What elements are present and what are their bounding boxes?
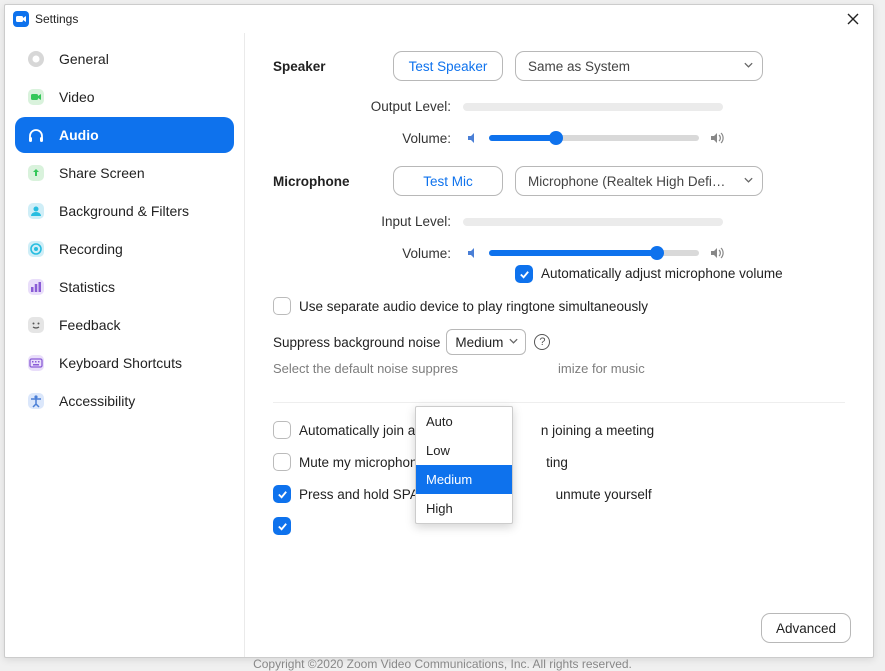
- keyboard-icon: [25, 352, 47, 374]
- help-icon[interactable]: ?: [534, 334, 550, 350]
- sidebar-item-label: Statistics: [59, 279, 115, 295]
- sidebar-item-label: Keyboard Shortcuts: [59, 355, 182, 371]
- chevron-down-icon: [743, 174, 754, 189]
- sidebar-item-feedback[interactable]: Feedback: [15, 307, 234, 343]
- speaker-device-select[interactable]: Same as System: [515, 51, 763, 81]
- output-level-bar: [463, 103, 723, 111]
- auto-adjust-label: Automatically adjust microphone volume: [541, 265, 783, 283]
- chevron-down-icon: [508, 335, 519, 350]
- sidebar-item-recording[interactable]: Recording: [15, 231, 234, 267]
- sidebar-item-label: Recording: [59, 241, 123, 257]
- ringtone-label: Use separate audio device to play ringto…: [299, 299, 648, 314]
- settings-window: Settings General Video Audio Share Scree…: [4, 4, 874, 658]
- speaker-volume-row: Volume:: [273, 130, 845, 146]
- speaker-low-icon: [465, 245, 481, 261]
- sidebar-item-label: Accessibility: [59, 393, 135, 409]
- sidebar-item-audio[interactable]: Audio: [15, 117, 234, 153]
- app-icon: [13, 11, 29, 27]
- noise-option-high[interactable]: High: [416, 494, 512, 523]
- share-screen-icon: [25, 162, 47, 184]
- mic-volume-slider[interactable]: [489, 250, 699, 256]
- body: General Video Audio Share Screen Backgro…: [5, 33, 873, 657]
- output-level-label: Output Level:: [273, 99, 463, 114]
- speaker-row: Speaker Test Speaker Same as System: [273, 51, 845, 81]
- auto-join-checkbox[interactable]: [273, 421, 291, 439]
- ringtone-row: Use separate audio device to play ringto…: [273, 297, 845, 315]
- speaker-low-icon: [465, 130, 481, 146]
- output-level-row: Output Level:: [273, 99, 845, 114]
- accessibility-icon: [25, 390, 47, 412]
- input-level-bar: [463, 218, 723, 226]
- input-level-row: Input Level:: [273, 214, 845, 229]
- gear-icon: [25, 48, 47, 70]
- mic-volume-row: Volume:: [273, 245, 845, 261]
- noise-option-low[interactable]: Low: [416, 436, 512, 465]
- noise-option-medium[interactable]: Medium: [416, 465, 512, 494]
- chevron-down-icon: [743, 59, 754, 74]
- speaker-volume-label: Volume:: [273, 131, 463, 146]
- partial-checkbox[interactable]: [273, 517, 291, 535]
- sidebar-item-accessibility[interactable]: Accessibility: [15, 383, 234, 419]
- speaker-high-icon: [709, 130, 725, 146]
- speaker-device-value: Same as System: [528, 59, 630, 74]
- footer: Advanced: [761, 613, 851, 643]
- divider: [273, 402, 845, 403]
- mic-device-select[interactable]: Microphone (Realtek High Definit…: [515, 166, 763, 196]
- sidebar-item-label: Feedback: [59, 317, 120, 333]
- mic-volume-label: Volume:: [273, 246, 463, 261]
- partial-row: [273, 517, 845, 535]
- noise-select[interactable]: Medium: [446, 329, 526, 355]
- sidebar-item-share-screen[interactable]: Share Screen: [15, 155, 234, 191]
- copyright-text: Copyright ©2020 Zoom Video Communication…: [0, 657, 885, 671]
- space-key-checkbox[interactable]: [273, 485, 291, 503]
- content: Speaker Test Speaker Same as System Outp…: [245, 33, 873, 657]
- background-icon: [25, 200, 47, 222]
- sidebar-item-shortcuts[interactable]: Keyboard Shortcuts: [15, 345, 234, 381]
- feedback-icon: [25, 314, 47, 336]
- space-key-row: Press and hold SPACE keunmute yourself: [273, 485, 845, 503]
- speaker-volume-slider[interactable]: [489, 135, 699, 141]
- speaker-high-icon: [709, 245, 725, 261]
- advanced-button[interactable]: Advanced: [761, 613, 851, 643]
- ringtone-checkbox[interactable]: [273, 297, 291, 315]
- test-mic-button[interactable]: Test Mic: [393, 166, 503, 196]
- auto-adjust-checkbox[interactable]: [515, 265, 533, 283]
- statistics-icon: [25, 276, 47, 298]
- sidebar: General Video Audio Share Screen Backgro…: [5, 33, 245, 657]
- auto-join-row: Automatically join audion joining a meet…: [273, 421, 845, 439]
- noise-row: Suppress background noise Medium ?: [273, 329, 845, 355]
- close-button[interactable]: [841, 7, 865, 31]
- window-title: Settings: [35, 12, 78, 26]
- sidebar-item-label: Share Screen: [59, 165, 145, 181]
- sidebar-item-label: Background & Filters: [59, 203, 189, 219]
- sidebar-item-label: Audio: [59, 127, 99, 143]
- input-level-label: Input Level:: [273, 214, 463, 229]
- titlebar: Settings: [5, 5, 873, 33]
- noise-label: Suppress background noise: [273, 335, 440, 350]
- mic-row: Microphone Test Mic Microphone (Realtek …: [273, 166, 845, 196]
- auto-adjust-row: Automatically adjust microphone volume: [515, 265, 795, 283]
- mute-mic-row: Mute my microphone whting: [273, 453, 845, 471]
- headphones-icon: [25, 124, 47, 146]
- sidebar-item-general[interactable]: General: [15, 41, 234, 77]
- sidebar-item-background[interactable]: Background & Filters: [15, 193, 234, 229]
- sidebar-item-statistics[interactable]: Statistics: [15, 269, 234, 305]
- sidebar-item-label: Video: [59, 89, 95, 105]
- noise-select-value: Medium: [455, 335, 503, 350]
- noise-option-auto[interactable]: Auto: [416, 407, 512, 436]
- recording-icon: [25, 238, 47, 260]
- noise-hint: Select the default noise suppresimize fo…: [273, 361, 845, 376]
- video-icon: [25, 86, 47, 108]
- mic-section-label: Microphone: [273, 174, 393, 189]
- mute-mic-checkbox[interactable]: [273, 453, 291, 471]
- test-speaker-button[interactable]: Test Speaker: [393, 51, 503, 81]
- speaker-section-label: Speaker: [273, 59, 393, 74]
- noise-dropdown: Auto Low Medium High: [415, 406, 513, 524]
- sidebar-item-video[interactable]: Video: [15, 79, 234, 115]
- sidebar-item-label: General: [59, 51, 109, 67]
- mic-device-value: Microphone (Realtek High Definit…: [528, 174, 728, 189]
